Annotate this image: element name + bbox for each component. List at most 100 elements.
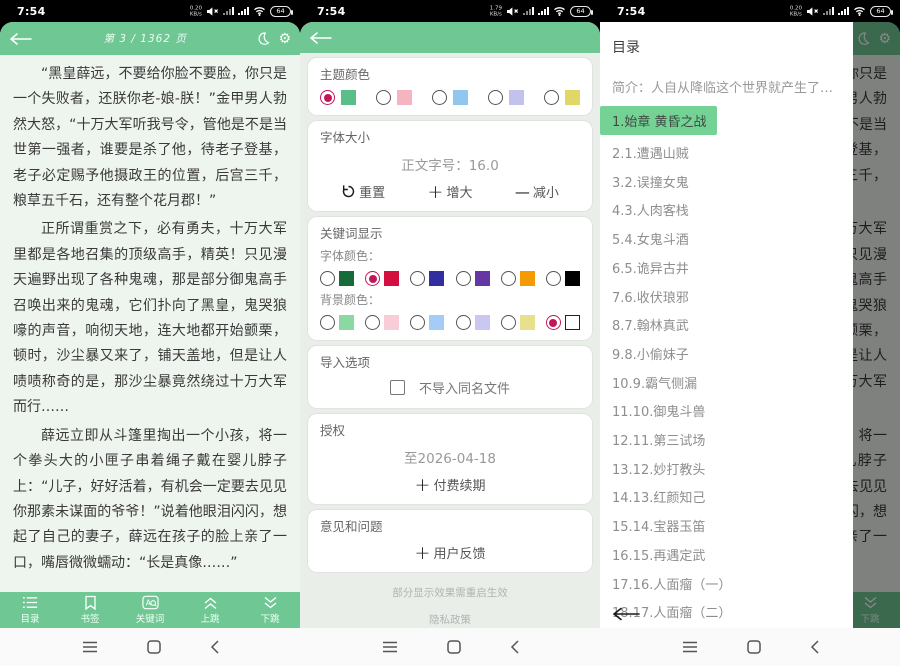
- nav-menu-icon[interactable]: [682, 641, 698, 653]
- color-option[interactable]: [410, 271, 444, 286]
- signal-icon: [823, 6, 834, 16]
- jump-up-icon: [203, 596, 218, 610]
- toc-active-item[interactable]: 1.始章 黄昏之战: [600, 106, 717, 135]
- settings-gear-icon[interactable]: ⚙: [278, 32, 291, 46]
- toc-item[interactable]: 11.10.御鬼斗兽: [612, 399, 841, 428]
- night-mode-moon-icon[interactable]: [255, 31, 270, 46]
- color-option[interactable]: [432, 90, 468, 105]
- plus-icon: +: [415, 546, 431, 560]
- color-option[interactable]: [456, 315, 490, 330]
- color-option[interactable]: [410, 315, 444, 330]
- toc-intro-item[interactable]: 简介：人自从降临这个世界就产生了与之相…: [612, 77, 841, 96]
- radio-selected-icon[interactable]: [320, 90, 335, 105]
- battery-icon: 64: [270, 6, 291, 17]
- back-arrow-icon[interactable]: [309, 32, 333, 44]
- color-option[interactable]: [365, 315, 399, 330]
- nav-back-icon[interactable]: [510, 640, 519, 654]
- theme-color-options: [320, 90, 580, 105]
- radio-icon[interactable]: [410, 271, 425, 286]
- radio-icon[interactable]: [365, 315, 380, 330]
- radio-icon[interactable]: [456, 271, 471, 286]
- increase-font-button[interactable]: + 增大: [428, 182, 473, 201]
- color-option[interactable]: [501, 271, 535, 286]
- radio-icon[interactable]: [410, 315, 425, 330]
- font-size-card: 字体大小 正文字号：16.0 重置 + 增大 — 减小: [307, 120, 593, 212]
- toc-item[interactable]: 12.11.第三试场: [612, 428, 841, 457]
- privacy-policy-link[interactable]: 隐私政策: [300, 612, 600, 627]
- radio-icon[interactable]: [376, 90, 391, 105]
- back-arrow-icon[interactable]: [9, 33, 35, 45]
- signal-icon: [223, 6, 234, 16]
- toc-item[interactable]: 17.16.人面瘤（一）: [612, 572, 841, 601]
- reader-app: 第 3 / 1362 页 ⚙ “黑皇薛远，不要给你脸不要脸，你只是一个失败者，还…: [0, 22, 300, 628]
- radio-icon[interactable]: [432, 90, 447, 105]
- toc-item[interactable]: 15.14.宝器玉笛: [612, 514, 841, 543]
- color-option[interactable]: [320, 315, 354, 330]
- color-option[interactable]: [488, 90, 524, 105]
- color-option[interactable]: [376, 90, 412, 105]
- toc-back-arrow-icon[interactable]: [612, 607, 640, 621]
- color-option[interactable]: [365, 271, 399, 286]
- color-option[interactable]: [320, 271, 354, 286]
- reset-font-button[interactable]: 重置: [341, 182, 385, 201]
- radio-icon[interactable]: [320, 315, 335, 330]
- clock: 7:54: [317, 5, 346, 18]
- radio-icon[interactable]: [456, 315, 471, 330]
- status-bar: 7:54 1.79KB/s 64: [300, 0, 600, 22]
- toc-list: 2.1.遭遇山贼3.2.误撞女鬼4.3.人肉客栈5.4.女鬼斗酒6.5.诡异古井…: [612, 141, 841, 628]
- clock: 7:54: [617, 5, 646, 18]
- nav-home-icon[interactable]: [447, 640, 461, 654]
- license-expiry: 至2026-04-18: [320, 447, 580, 467]
- network-speed: 0.20KB/s: [790, 6, 802, 18]
- radio-selected-icon[interactable]: [546, 315, 561, 330]
- bg-color-label: 背景颜色：: [320, 291, 580, 308]
- skip-duplicate-checkbox[interactable]: [390, 380, 405, 395]
- toc-item[interactable]: 7.6.收伏琅邪: [612, 285, 841, 314]
- nav-menu-icon[interactable]: [82, 641, 98, 653]
- nav-back-icon[interactable]: [810, 640, 819, 654]
- radio-icon[interactable]: [501, 271, 516, 286]
- toc-item[interactable]: 14.13.红颜知己: [612, 485, 841, 514]
- section-title: 授权: [320, 420, 580, 439]
- color-square: [429, 315, 444, 330]
- font-size-value: 正文字号：16.0: [320, 154, 580, 174]
- decrease-font-button[interactable]: — 减小: [515, 182, 559, 201]
- toolbar-jump-up-button[interactable]: 上跳: [180, 592, 240, 628]
- toolbar-keyword-button[interactable]: A 关键词: [120, 592, 180, 628]
- toc-item[interactable]: 16.15.再遇定武: [612, 543, 841, 572]
- color-option[interactable]: [456, 271, 490, 286]
- user-feedback-button[interactable]: + 用户反馈: [320, 543, 580, 562]
- color-square: [520, 271, 535, 286]
- radio-icon[interactable]: [501, 315, 516, 330]
- nav-home-icon[interactable]: [147, 640, 161, 654]
- color-option[interactable]: [544, 90, 580, 105]
- radio-selected-icon[interactable]: [365, 271, 380, 286]
- toolbar-jump-down-button[interactable]: 下跳: [240, 592, 300, 628]
- radio-icon[interactable]: [544, 90, 559, 105]
- color-option[interactable]: [501, 315, 535, 330]
- nav-home-icon[interactable]: [747, 640, 761, 654]
- radio-icon[interactable]: [320, 271, 335, 286]
- toolbar-catalog-button[interactable]: 目录: [0, 592, 60, 628]
- radio-icon[interactable]: [546, 271, 561, 286]
- nav-menu-icon[interactable]: [382, 641, 398, 653]
- toc-item[interactable]: 4.3.人肉客栈: [612, 198, 841, 227]
- renew-button[interactable]: + 付费续期: [320, 475, 580, 494]
- section-title: 字体大小: [320, 127, 580, 146]
- mute-icon: [506, 6, 519, 17]
- color-option[interactable]: [546, 271, 580, 286]
- toc-item[interactable]: 10.9.霸气侧漏: [612, 371, 841, 400]
- toc-item[interactable]: 6.5.诡异古井: [612, 256, 841, 285]
- toc-item[interactable]: 9.8.小偷妹子: [612, 342, 841, 371]
- toc-item[interactable]: 5.4.女鬼斗酒: [612, 227, 841, 256]
- toc-item[interactable]: 13.12.妙打教头: [612, 457, 841, 486]
- toc-item[interactable]: 3.2.误撞女鬼: [612, 170, 841, 199]
- toc-item[interactable]: 8.7.翰林真武: [612, 313, 841, 342]
- toc-item[interactable]: 2.1.遭遇山贼: [612, 141, 841, 170]
- toolbar-bookmark-button[interactable]: 书签: [60, 592, 120, 628]
- color-option[interactable]: [320, 90, 356, 105]
- nav-back-icon[interactable]: [210, 640, 219, 654]
- toc-item[interactable]: 18.17.人面瘤（二）: [612, 600, 841, 628]
- radio-icon[interactable]: [488, 90, 503, 105]
- color-option[interactable]: [546, 315, 580, 330]
